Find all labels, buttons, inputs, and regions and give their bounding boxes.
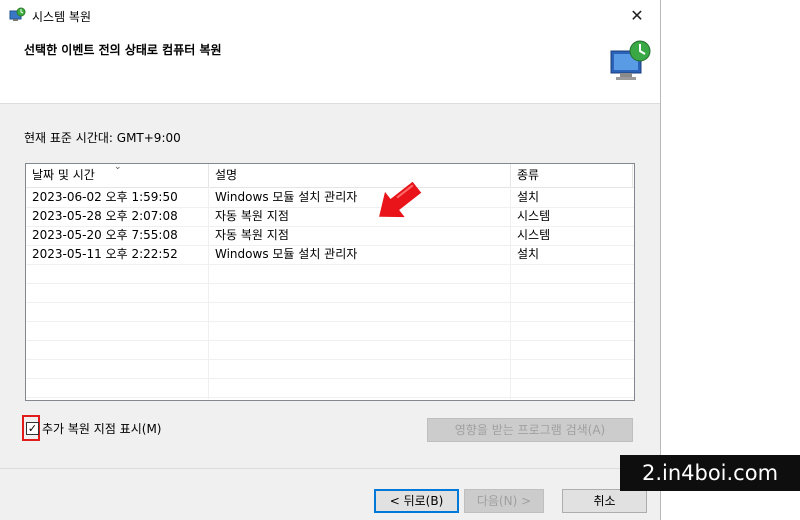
show-more-label[interactable]: 추가 복원 지점 표시(M) bbox=[42, 420, 161, 437]
header-panel: 선택한 이벤트 전의 상태로 컴퓨터 복원 bbox=[0, 31, 660, 104]
column-header-desc-label: 설명 bbox=[215, 168, 238, 182]
cell-desc: Windows 모듈 설치 관리자 bbox=[215, 247, 358, 261]
window-title: 시스템 복원 bbox=[32, 10, 92, 24]
cell-desc: 자동 복원 지점 bbox=[215, 209, 289, 223]
column-header-desc[interactable]: 설명 bbox=[209, 164, 511, 187]
title-bar: 시스템 복원 ✕ bbox=[0, 0, 660, 31]
cell-date: 2023-05-28 오후 2:07:08 bbox=[32, 209, 178, 223]
table-row[interactable]: 2023-05-28 오후 2:07:08 자동 복원 지점 시스템 bbox=[26, 207, 634, 227]
page-title: 선택한 이벤트 전의 상태로 컴퓨터 복원 bbox=[24, 43, 222, 57]
next-button[interactable]: 다음(N) > bbox=[464, 489, 544, 513]
column-header-date[interactable]: 날짜 및 시간 ⌄ bbox=[26, 164, 209, 187]
back-button[interactable]: < 뒤로(B) bbox=[374, 489, 459, 513]
system-restore-icon bbox=[9, 7, 26, 21]
system-restore-window: 시스템 복원 ✕ 선택한 이벤트 전의 상태로 컴퓨터 복원 현재 표준 시간대… bbox=[0, 0, 661, 520]
checkmark-icon: ✓ bbox=[27, 422, 38, 435]
cell-type: 설치 bbox=[517, 190, 540, 204]
show-more-highlight: ✓ bbox=[22, 415, 40, 441]
cell-desc: 자동 복원 지점 bbox=[215, 228, 289, 242]
cell-type: 설치 bbox=[517, 247, 540, 261]
show-more-checkbox[interactable]: ✓ bbox=[26, 422, 39, 435]
table-row[interactable]: 2023-05-11 오후 2:22:52 Windows 모듈 설치 관리자 … bbox=[26, 245, 634, 265]
cell-type: 시스템 bbox=[517, 209, 551, 223]
empty-row bbox=[26, 302, 634, 322]
cell-type: 시스템 bbox=[517, 228, 551, 242]
empty-row bbox=[26, 283, 634, 303]
table-header: 날짜 및 시간 ⌄ 설명 종류 bbox=[26, 164, 634, 188]
table-row[interactable]: 2023-06-02 오후 1:59:50 Windows 모듈 설치 관리자 … bbox=[26, 188, 634, 208]
footer-divider bbox=[0, 468, 660, 469]
table-row[interactable]: 2023-05-20 오후 7:55:08 자동 복원 지점 시스템 bbox=[26, 226, 634, 246]
empty-row bbox=[26, 378, 634, 398]
empty-row bbox=[26, 321, 634, 341]
red-arrow-icon bbox=[379, 181, 422, 218]
timezone-text: 현재 표준 시간대: GMT+9:00 bbox=[24, 131, 181, 145]
cell-date: 2023-05-11 오후 2:22:52 bbox=[32, 247, 178, 261]
close-icon: ✕ bbox=[630, 6, 644, 25]
monitor-restore-icon bbox=[610, 40, 651, 80]
column-header-type-label: 종류 bbox=[517, 168, 540, 182]
column-header-date-label: 날짜 및 시간 bbox=[32, 168, 95, 182]
sort-arrow-icon: ⌄ bbox=[114, 163, 122, 172]
column-header-type[interactable]: 종류 bbox=[511, 164, 633, 187]
scan-affected-programs-button[interactable]: 영향을 받는 프로그램 검색(A) bbox=[427, 418, 633, 442]
cell-date: 2023-06-02 오후 1:59:50 bbox=[32, 190, 178, 204]
watermark-label: 2.in4boi.com bbox=[620, 455, 800, 491]
restore-points-table[interactable]: 날짜 및 시간 ⌄ 설명 종류 2023-06-02 오후 1:59:50 Wi… bbox=[25, 163, 635, 401]
empty-row bbox=[26, 264, 634, 284]
empty-row bbox=[26, 340, 634, 360]
close-button[interactable]: ✕ bbox=[614, 0, 660, 31]
cell-date: 2023-05-20 오후 7:55:08 bbox=[32, 228, 178, 242]
cancel-button[interactable]: 취소 bbox=[562, 489, 647, 513]
cell-desc: Windows 모듈 설치 관리자 bbox=[215, 190, 358, 204]
empty-row bbox=[26, 359, 634, 379]
